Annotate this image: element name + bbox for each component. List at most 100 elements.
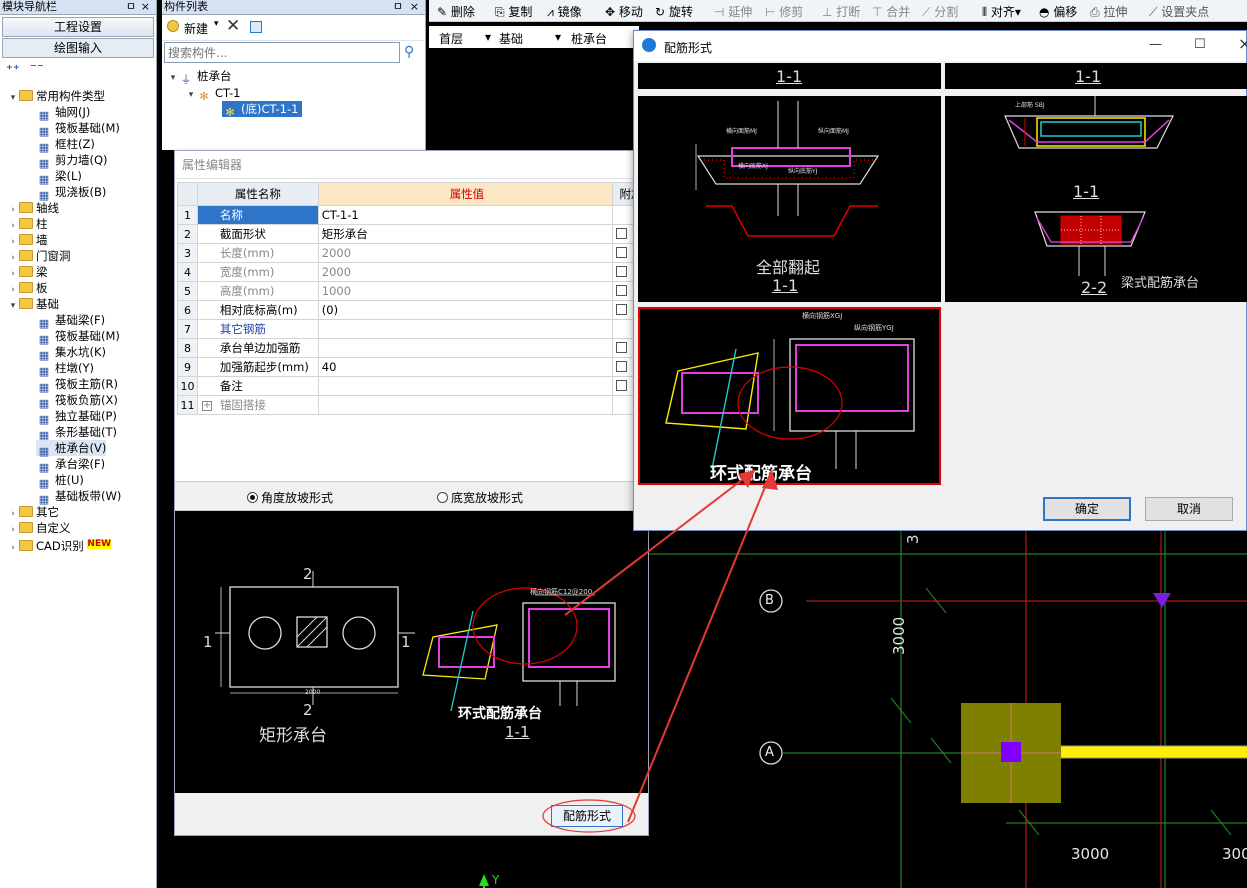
property-row[interactable]: 2 截面形状 矩形承台 xyxy=(177,224,647,244)
type-select[interactable]: 桩承台 xyxy=(571,30,607,47)
close-button[interactable]: × xyxy=(1238,34,1247,53)
checkbox[interactable] xyxy=(616,361,628,372)
nav-item[interactable]: ▦ 轴网(J) xyxy=(36,104,91,122)
nav-item[interactable]: ▦ 条形基础(T) xyxy=(36,424,117,442)
delete-icon[interactable]: ✕ xyxy=(226,16,240,36)
nav-folder[interactable]: › CAD识别 NEW xyxy=(8,536,112,553)
nav-item[interactable]: ▦ 筏板基础(M) xyxy=(36,328,120,346)
nav-item[interactable]: ▦ 筏板主筋(R) xyxy=(36,376,118,394)
property-row[interactable]: 6 相对底标高(m) (0) xyxy=(177,300,647,320)
checkbox[interactable] xyxy=(616,304,628,315)
rebar-option-beam[interactable]: 上部筋 SBJ 1-1 2-2 梁式配筋承台 xyxy=(945,96,1247,302)
nav-item[interactable]: ▦ 柱墩(Y) xyxy=(36,360,94,378)
search-icon[interactable]: ⚲ xyxy=(404,44,414,60)
rebar-option-top-left[interactable]: 1-1 xyxy=(638,63,941,89)
property-value[interactable]: 2000 xyxy=(317,262,614,282)
toolbar-break[interactable]: ⊥ 打断 xyxy=(822,3,860,20)
checkbox[interactable] xyxy=(616,380,628,391)
nav-item[interactable]: ▦ 桩承台(V) xyxy=(36,440,107,458)
nav-item[interactable]: ▦ 现浇板(B) xyxy=(36,184,107,202)
property-value[interactable] xyxy=(317,338,614,358)
toolbar-rotate[interactable]: ↻ 旋转 xyxy=(655,3,693,20)
expand-icon[interactable]: + xyxy=(201,401,212,411)
nav-item[interactable]: ▦ 承台梁(F) xyxy=(36,456,105,474)
radio-angle-slope[interactable]: 角度放坡形式 xyxy=(247,489,333,506)
pin-icon[interactable]: ㅁ xyxy=(393,0,403,14)
property-value[interactable] xyxy=(317,395,614,415)
pin-icon[interactable]: ㅁ xyxy=(126,0,136,14)
property-row[interactable]: 1 名称 CT-1-1 xyxy=(177,205,647,225)
radio-width-slope[interactable]: 底宽放坡形式 xyxy=(437,489,523,506)
property-value[interactable] xyxy=(317,376,614,396)
project-settings-button[interactable]: 工程设置 xyxy=(2,17,154,37)
nav-folder[interactable]: › 轴线 xyxy=(8,200,59,216)
nav-folder[interactable]: ▾ 基础 xyxy=(8,296,59,312)
close-icon[interactable]: × xyxy=(141,0,150,14)
checkbox[interactable] xyxy=(616,342,628,353)
nav-item[interactable]: ▦ 桩(U) xyxy=(36,472,84,490)
toolbar-copy[interactable]: ⎘ 复制 xyxy=(495,3,532,20)
property-row[interactable]: 4 宽度(mm) 2000 xyxy=(177,262,647,282)
property-row[interactable]: 7 其它钢筋 xyxy=(177,319,647,339)
toolbar-split[interactable]: ⟋ 分割 xyxy=(922,3,958,20)
property-row[interactable]: 9 加强筋起步(mm) 40 xyxy=(177,357,647,377)
toolbar-move[interactable]: ✥ 移动 xyxy=(605,3,643,20)
chevron-down-icon[interactable]: ▾ xyxy=(8,90,18,106)
toolbar-merge[interactable]: ⊤ 合并 xyxy=(872,3,910,20)
property-value[interactable]: 2000 xyxy=(317,243,614,263)
nav-folder[interactable]: › 板 xyxy=(8,280,47,296)
property-row[interactable]: 3 长度(mm) 2000 xyxy=(177,243,647,263)
nav-folder[interactable]: › 墙 xyxy=(8,232,47,248)
close-icon[interactable]: × xyxy=(410,0,419,14)
floor-select[interactable]: 首层 ▾ xyxy=(439,30,491,47)
property-value[interactable]: 40 xyxy=(317,357,614,377)
tree-node-ct1[interactable]: ▾ ✻ CT-1 xyxy=(186,85,241,103)
drawing-input-button[interactable]: 绘图输入 xyxy=(2,38,154,58)
rebar-option-ring[interactable]: 横向钢筋XGJ 纵向钢筋YGJ 环式配筋承台 xyxy=(638,307,941,485)
toolbar-stretch[interactable]: ⎙ 拉伸 xyxy=(1090,3,1127,20)
nav-folder[interactable]: › 其它 xyxy=(8,504,59,520)
ok-button[interactable]: 确定 xyxy=(1043,497,1131,521)
toolbar-setgrip[interactable]: ⟋ 设置夹点 xyxy=(1149,3,1209,20)
checkbox[interactable] xyxy=(616,228,628,239)
search-input[interactable] xyxy=(164,42,400,63)
checkbox[interactable] xyxy=(616,266,628,277)
new-button[interactable]: 新建 xyxy=(184,20,208,37)
copy-icon[interactable] xyxy=(250,21,262,33)
nav-folder[interactable]: › 自定义 xyxy=(8,520,70,536)
nav-item[interactable]: ▦ 基础板带(W) xyxy=(36,488,122,506)
nav-item[interactable]: ▦ 筏板负筋(X) xyxy=(36,392,118,410)
nav-folder[interactable]: › 柱 xyxy=(8,216,47,232)
nav-item[interactable]: ▦ 筏板基础(M) xyxy=(36,120,120,138)
tree-root-pilecap[interactable]: ▾ ⏚ 桩承台 xyxy=(168,68,232,86)
property-value[interactable]: 1000 xyxy=(317,281,614,301)
toolbar-trim[interactable]: ⊢ 修剪 xyxy=(765,3,803,20)
property-value[interactable]: (0) xyxy=(317,300,614,320)
cancel-button[interactable]: 取消 xyxy=(1145,497,1233,521)
nav-folder[interactable]: › 门窗洞 xyxy=(8,248,70,264)
toolbar-delete[interactable]: ✎ 删除 xyxy=(437,3,475,20)
property-row[interactable]: 10 备注 xyxy=(177,376,647,396)
maximize-button[interactable]: ☐ xyxy=(1194,37,1206,52)
toolbar-mirror[interactable]: ⩘ 镜像 xyxy=(547,3,582,20)
nav-item[interactable]: ▦ 剪力墙(Q) xyxy=(36,152,108,170)
category-select[interactable]: 基础 ▾ xyxy=(499,30,561,47)
nav-item[interactable]: ▦ 集水坑(K) xyxy=(36,344,106,362)
chevron-down-icon[interactable]: ▾ xyxy=(8,298,18,314)
toolbar-offset[interactable]: ◓ 偏移 xyxy=(1039,3,1077,20)
minimize-button[interactable]: — xyxy=(1149,37,1162,52)
toolbar-align[interactable]: ⫴ 对齐▾ xyxy=(982,3,1021,20)
collapse-all-icon[interactable]: ⁻⁻ xyxy=(30,61,44,76)
chevron-right-icon[interactable]: › xyxy=(8,540,18,556)
nav-item[interactable]: ▦ 基础梁(F) xyxy=(36,312,105,330)
property-row[interactable]: 11 + 锚固搭接 xyxy=(177,395,647,415)
nav-item[interactable]: ▦ 独立基础(P) xyxy=(36,408,117,426)
nav-item[interactable]: ▦ 框柱(Z) xyxy=(36,136,95,154)
property-value[interactable]: CT-1-1 xyxy=(317,205,614,225)
tree-leaf-ct1-1[interactable]: ✻ (底)CT-1-1 xyxy=(222,101,303,119)
nav-folder[interactable]: ▾ 常用构件类型 xyxy=(8,88,105,104)
checkbox[interactable] xyxy=(616,285,628,296)
toolbar-extend[interactable]: ⊣ 延伸 xyxy=(714,3,752,20)
property-row[interactable]: 8 承台单边加强筋 xyxy=(177,338,647,358)
rebar-option-top-right[interactable]: 1-1 xyxy=(945,63,1247,89)
